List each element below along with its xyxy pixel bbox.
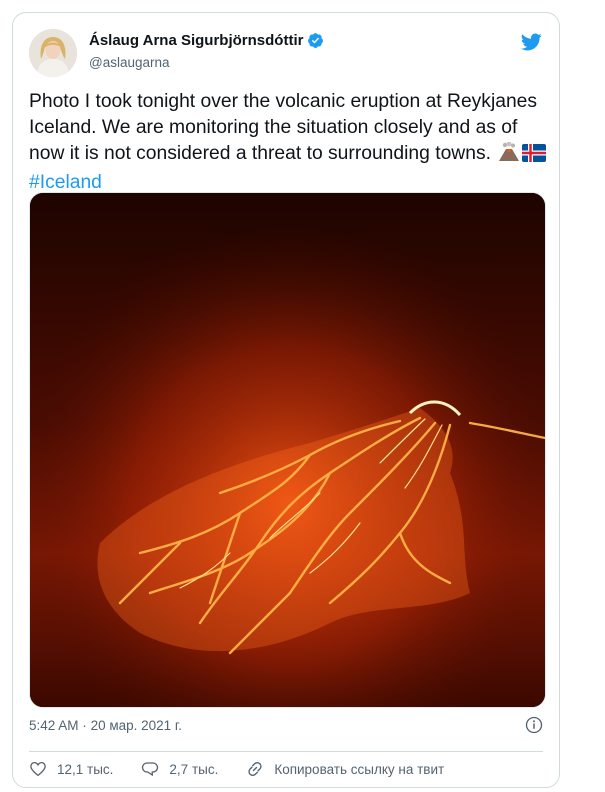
- link-icon: [248, 762, 262, 776]
- reply-count: 2,7 тыс.: [169, 761, 219, 777]
- timestamp-separator: ·: [82, 718, 87, 733]
- divider: [29, 751, 543, 752]
- like-button[interactable]: 12,1 тыс.: [29, 760, 113, 778]
- author-handle[interactable]: @aslaugarna: [89, 55, 170, 70]
- iceland-flag-emoji: [522, 144, 547, 170]
- author-name-row[interactable]: Áslaug Arna Sigurbjörnsdóttir: [89, 32, 324, 49]
- avatar[interactable]: [29, 29, 77, 77]
- volcano-emoji: [498, 141, 520, 170]
- tweet-body: Photo I took tonight over the volcanic e…: [29, 91, 538, 164]
- reply-icon: [142, 762, 159, 777]
- reply-button[interactable]: 2,7 тыс.: [141, 760, 218, 778]
- like-count: 12,1 тыс.: [57, 761, 114, 777]
- hashtag-link[interactable]: #Iceland: [29, 172, 102, 193]
- tweet-actions: 12,1 тыс. 2,7 тыс. Копировать ссылку на …: [29, 760, 472, 778]
- twitter-bird-icon[interactable]: [519, 31, 543, 53]
- verified-badge-icon: [308, 33, 324, 48]
- heart-icon: [30, 761, 46, 777]
- info-icon[interactable]: [525, 716, 543, 734]
- copy-link-label: Копировать ссылку на твит: [274, 761, 445, 777]
- tweet-time[interactable]: 5:42 AM: [29, 718, 79, 733]
- tweet-card: Áslaug Arna Sigurbjörnsdóttir @aslaugarn…: [12, 12, 560, 788]
- tweet-text: Photo I took tonight over the volcanic e…: [29, 89, 549, 196]
- tweet-date[interactable]: 20 мар. 2021 г.: [91, 718, 182, 733]
- display-name[interactable]: Áslaug Arna Sigurbjörnsdóttir: [89, 32, 303, 49]
- tweet-timestamp[interactable]: 5:42 AM · 20 мар. 2021 г.: [29, 718, 182, 733]
- tweet-photo[interactable]: [29, 192, 546, 708]
- copy-link-button[interactable]: Копировать ссылку на твит: [246, 760, 444, 778]
